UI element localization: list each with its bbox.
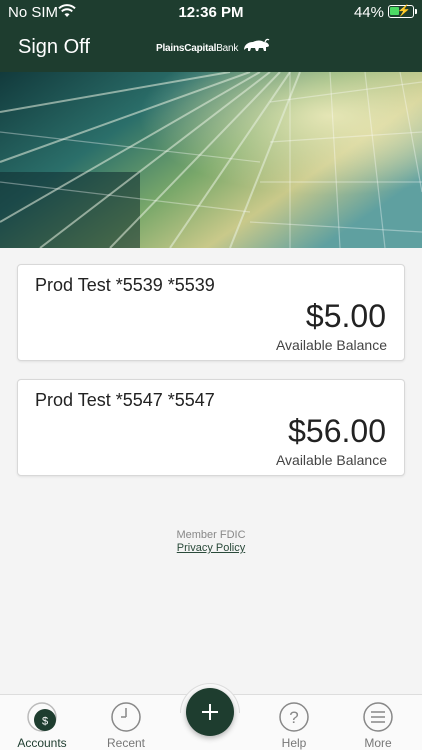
- tab-recent[interactable]: Recent: [84, 695, 168, 750]
- charging-icon: ⚡: [397, 5, 411, 17]
- svg-text:?: ?: [289, 708, 298, 727]
- sign-off-button[interactable]: Sign Off: [18, 36, 90, 59]
- nav-bar: Sign Off PlainsCapitalBank: [0, 24, 422, 72]
- menu-icon: [362, 701, 394, 733]
- help-icon: ?: [278, 701, 310, 733]
- account-name: Prod Test *5547 *5547: [35, 390, 215, 410]
- bank-logo: PlainsCapitalBank: [156, 38, 271, 59]
- account-name: Prod Test *5539 *5539: [35, 275, 215, 295]
- status-bar: No SIM 12:36 PM 44% ⚡: [0, 0, 422, 24]
- hero-banner: [0, 72, 422, 248]
- buffalo-icon: [241, 38, 271, 59]
- account-card[interactable]: Prod Test *5547 *5547 $56.00 Available B…: [17, 379, 405, 476]
- battery-icon: ⚡: [388, 5, 417, 18]
- available-balance-label: Available Balance: [275, 337, 387, 353]
- tab-label: More: [364, 736, 392, 750]
- clock-icon: [110, 701, 142, 733]
- tab-more[interactable]: More: [336, 695, 420, 750]
- plus-icon: [198, 700, 222, 729]
- logo-text-bold: PlainsCapital: [156, 43, 217, 54]
- logo-text-light: Bank: [216, 43, 239, 54]
- tab-label: Help: [281, 736, 307, 750]
- member-fdic-text: Member FDIC: [176, 529, 246, 541]
- tab-help[interactable]: ? Help: [252, 695, 336, 750]
- battery-percent: 44%: [353, 4, 384, 21]
- accounts-icon: $: [26, 701, 58, 733]
- tab-label: Recent: [106, 736, 146, 750]
- account-card[interactable]: Prod Test *5539 *5539 $5.00 Available Ba…: [17, 264, 405, 361]
- tab-accounts[interactable]: $ Accounts: [0, 695, 84, 750]
- available-balance-label: Available Balance: [275, 452, 387, 468]
- logo-text: PlainsCapitalBank: [156, 43, 238, 54]
- tab-label: Accounts: [17, 736, 67, 750]
- account-balance: $56.00: [288, 413, 386, 449]
- privacy-policy-link[interactable]: Privacy Policy: [0, 542, 422, 554]
- svg-text:$: $: [42, 716, 48, 728]
- add-button[interactable]: [186, 688, 234, 736]
- account-balance: $5.00: [305, 298, 386, 334]
